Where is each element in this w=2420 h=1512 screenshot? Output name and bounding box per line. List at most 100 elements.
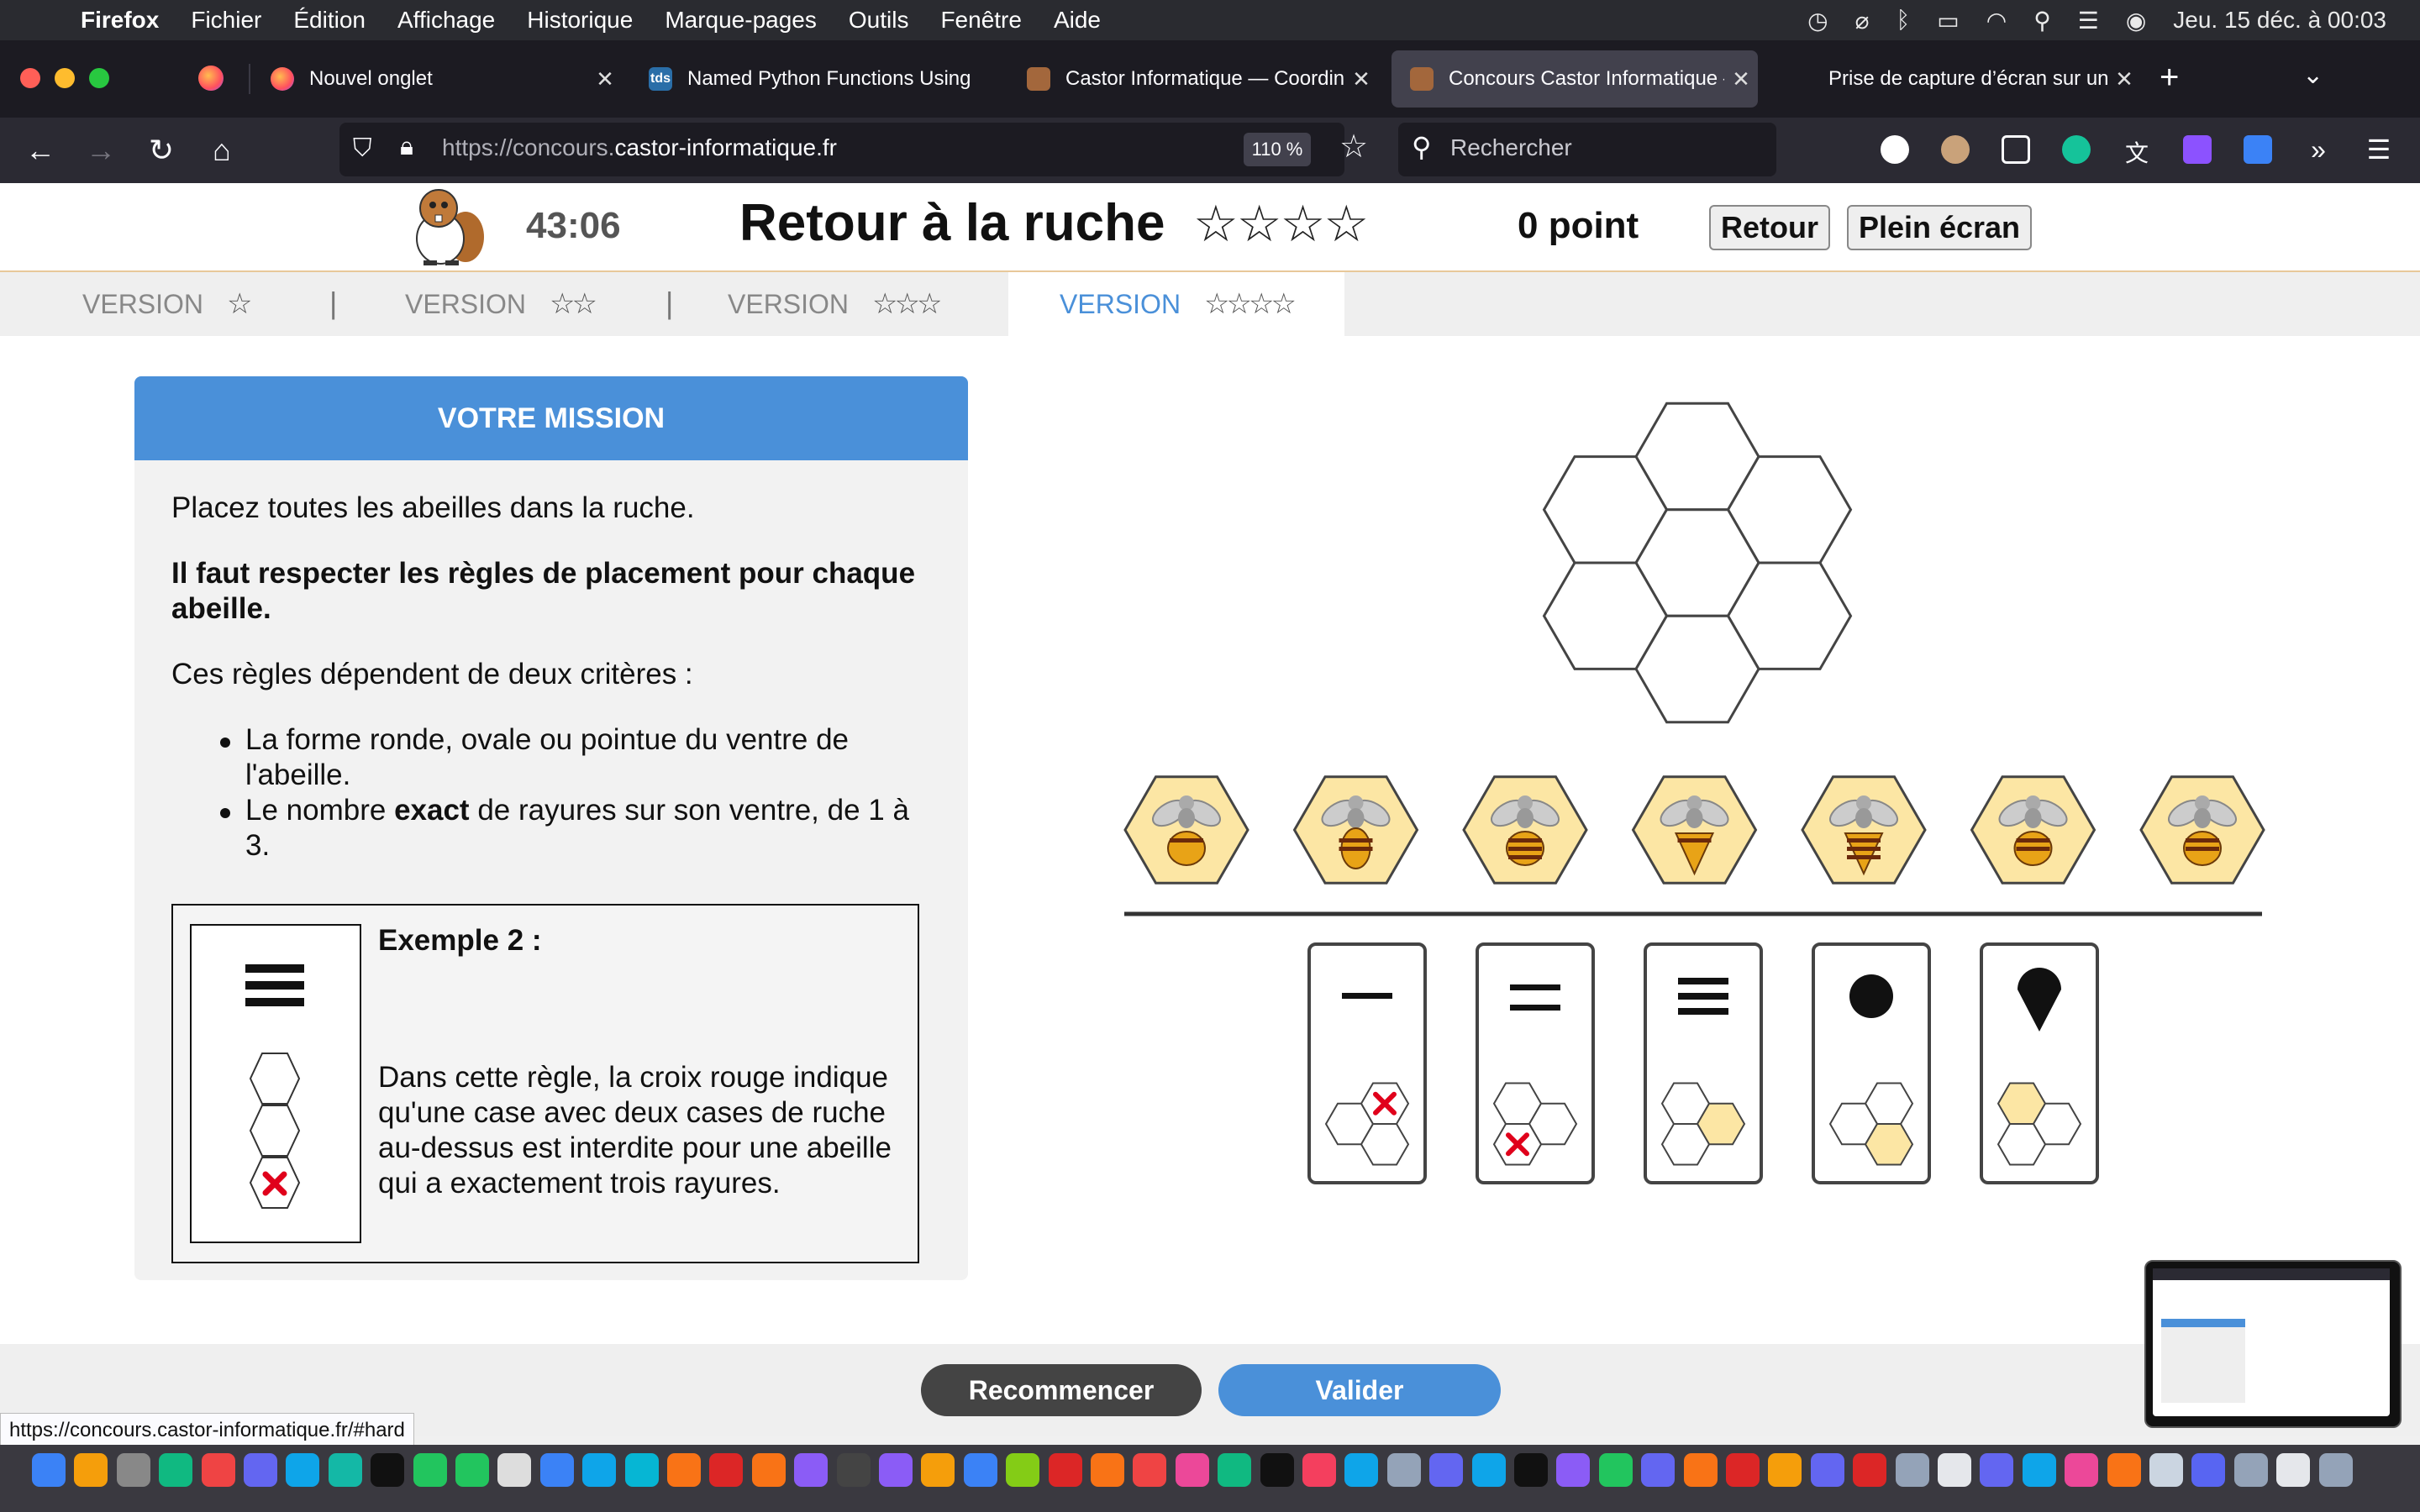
validate-button[interactable]: Valider [1218,1364,1501,1416]
forward-icon[interactable]: → [82,132,119,169]
dock-app-icon[interactable] [2065,1453,2099,1487]
hamburger-menu-icon[interactable]: ☰ [2365,135,2393,164]
dock-app-icon[interactable] [1768,1453,1802,1487]
back-button[interactable]: Retour [1709,205,1830,250]
tab-version-4-stars[interactable]: VERSION ☆☆☆☆ [1008,272,1344,336]
menu-edition[interactable]: Édition [293,7,366,34]
dock-app-icon[interactable] [836,1453,871,1487]
dock-app-icon[interactable] [2022,1453,2056,1487]
dock-app-icon[interactable] [921,1453,955,1487]
time-machine-icon[interactable]: ◷ [1807,7,1828,34]
dock-app-icon[interactable] [1260,1453,1294,1487]
menu-firefox[interactable]: Firefox [81,7,159,34]
extension-avatar-icon[interactable] [1941,135,1970,164]
dock-app-icon[interactable] [2191,1453,2226,1487]
dock-app-icon[interactable] [1302,1453,1336,1487]
tab-version-3-stars[interactable]: VERSION ☆☆☆ [728,272,943,336]
dock-app-icon[interactable] [2149,1453,2183,1487]
dock-app-icon[interactable] [286,1453,320,1487]
close-tab-icon[interactable]: ✕ [588,66,622,92]
dock-app-icon[interactable] [201,1453,235,1487]
menu-outils[interactable]: Outils [849,7,909,34]
extension-purple-icon[interactable] [2183,135,2212,164]
extension-q-icon[interactable] [2244,135,2272,164]
dock-app-icon[interactable] [1683,1453,1718,1487]
dock-app-icon[interactable] [455,1453,489,1487]
dock-app-icon[interactable] [1471,1453,1506,1487]
translate-icon[interactable]: 文 [2123,135,2151,166]
bee-token[interactable] [1631,775,1758,885]
tracking-protection-icon[interactable]: ⛉ [353,134,372,163]
tab-nouvel-onglet[interactable]: Nouvel onglet ✕ [252,50,622,108]
dock-app-icon[interactable] [1429,1453,1464,1487]
dock-app-icon[interactable] [244,1453,277,1487]
dock-app-icon[interactable] [1810,1453,1844,1487]
dock-app-icon[interactable] [794,1453,829,1487]
dock-app-icon[interactable] [74,1453,108,1487]
close-window-button[interactable] [20,68,40,88]
wifi-icon[interactable]: ◠ [1986,7,2007,34]
dock-app-icon[interactable] [539,1453,574,1487]
close-tab-icon[interactable]: ✕ [1344,66,1378,92]
back-icon[interactable]: ← [22,132,59,169]
dock-app-icon[interactable] [1048,1453,1082,1487]
dock-app-icon[interactable] [1218,1453,1252,1487]
bee-token[interactable] [2139,775,2265,885]
bee-token[interactable] [1462,775,1588,885]
dock-app-icon[interactable] [371,1453,405,1487]
close-tab-icon[interactable]: ✕ [2107,66,2141,92]
dock-app-icon[interactable] [2233,1453,2268,1487]
menu-affichage[interactable]: Affichage [397,7,495,34]
dock-app-icon[interactable] [1514,1453,1548,1487]
dock-app-icon[interactable] [667,1453,701,1487]
tab-named-python-functions[interactable]: tds Named Python Functions Using [630,50,1000,108]
dock-app-icon[interactable] [709,1453,744,1487]
grammarly-icon[interactable] [2062,135,2091,164]
firefox-view-icon[interactable] [198,66,224,91]
dock-app-icon[interactable] [1133,1453,1167,1487]
more-extensions-icon[interactable]: » [2304,135,2333,164]
dock-app-icon[interactable] [2318,1453,2353,1487]
tab-castor-coordination[interactable]: Castor Informatique — Coordina ✕ [1008,50,1378,108]
list-all-tabs-icon[interactable]: ⌄ [2302,60,2323,90]
dock-app-icon[interactable] [1344,1453,1379,1487]
siri-icon[interactable]: ◉ [2126,7,2146,34]
dock-app-icon[interactable] [879,1453,913,1487]
dock-app-icon[interactable] [1175,1453,1209,1487]
control-center-icon[interactable]: ☰ [2078,7,2099,34]
dock-app-icon[interactable] [1386,1453,1421,1487]
pocket-p-icon[interactable] [1881,135,1909,164]
dock-app-icon[interactable] [497,1453,532,1487]
tab-version-2-stars[interactable]: VERSION ☆☆ [405,272,597,336]
fullscreen-button[interactable]: Plein écran [1847,205,2032,250]
dock-app-icon[interactable] [751,1453,786,1487]
dock-app-icon[interactable] [1091,1453,1124,1487]
menu-fichier[interactable]: Fichier [191,7,261,34]
tab-capture-ecran[interactable]: Prise de capture d’écran sur un ✕ [1771,50,2141,108]
menu-aide[interactable]: Aide [1054,7,1101,34]
dock-app-icon[interactable] [1641,1453,1676,1487]
dock-app-icon[interactable] [159,1453,193,1487]
bookmark-star-icon[interactable]: ☆ [1339,128,1368,165]
battery-icon[interactable]: ▭ [1937,7,1959,34]
dock-app-icon[interactable] [1938,1453,1971,1487]
dock-app-icon[interactable] [1556,1453,1591,1487]
new-tab-icon[interactable]: + [2160,59,2179,97]
restart-button[interactable]: Recommencer [921,1364,1202,1416]
lock-icon[interactable]: 🔒︎ [400,133,413,161]
dock-app-icon[interactable] [1598,1453,1633,1487]
spotlight-icon[interactable]: ⚲ [2033,7,2051,34]
url-text[interactable]: https://concours.castor-informatique.fr [442,134,837,161]
zoom-level[interactable]: 110 % [1244,133,1311,166]
tab-concours-castor[interactable]: Concours Castor Informatique – ✕ [1392,50,1758,108]
dock-app-icon[interactable] [328,1453,362,1487]
bluetooth-icon[interactable]: ᛒ [1896,7,1910,34]
home-icon[interactable]: ⌂ [203,132,240,169]
dock-app-icon[interactable] [32,1453,66,1487]
tab-version-1-star[interactable]: VERSION ☆ [82,272,253,336]
bee-token[interactable] [1801,775,1927,885]
pocket-icon[interactable] [2002,135,2030,164]
bee-token[interactable] [1123,775,1249,885]
bee-token[interactable] [1292,775,1419,885]
zoom-window-button[interactable] [89,68,109,88]
